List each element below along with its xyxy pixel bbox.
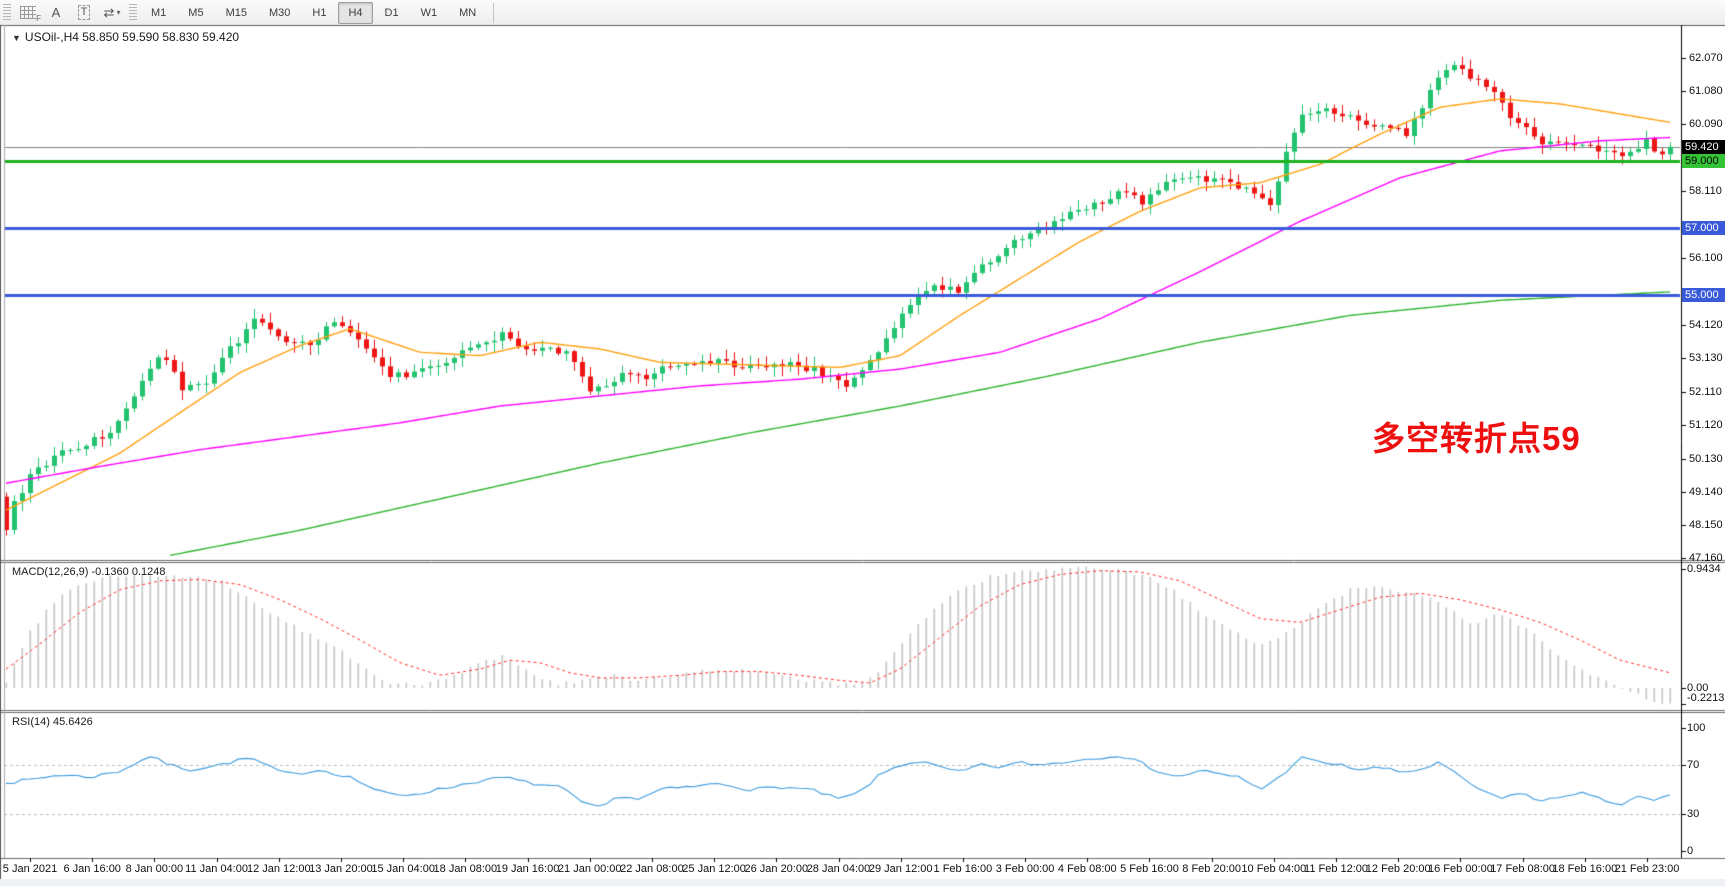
time-axis-label: 17 Feb 08:00	[1490, 863, 1555, 875]
time-axis-label: 26 Jan 20:00	[744, 863, 808, 875]
rsi-indicator-label: RSI(14) 45.6426	[12, 716, 93, 728]
time-axis-label: 4 Feb 08:00	[1058, 863, 1117, 875]
price-axis-tick: 52.110	[1689, 386, 1722, 398]
chart-title: ▼ USOil-,H4 58.850 59.590 58.830 59.420	[12, 30, 239, 44]
price-axis-tick: 51.120	[1689, 419, 1723, 431]
time-axis-label: 18 Jan 08:00	[434, 863, 498, 875]
symbol-ohlc-text: USOil-,H4 58.850 59.590 58.830 59.420	[25, 30, 239, 44]
time-axis-label: 11 Feb 12:00	[1304, 863, 1368, 875]
price-axis-tick: 50.130	[1689, 453, 1723, 465]
time-axis-label: 6 Jan 16:00	[63, 863, 121, 875]
price-axis-tick: 56.100	[1689, 252, 1723, 264]
time-axis-label: 29 Jan 12:00	[869, 863, 933, 875]
rsi-axis-tick: 30	[1687, 808, 1699, 820]
rsi-axis-tick: 0	[1687, 845, 1693, 857]
price-level-label-59.420[interactable]: 59.420	[1682, 140, 1725, 154]
time-axis-label: 15 Jan 04:00	[371, 863, 435, 875]
price-axis-tick: 49.140	[1689, 486, 1723, 498]
price-axis-tick: 58.110	[1689, 185, 1722, 197]
window-bottom-edge	[0, 879, 1725, 886]
time-axis-label: 21 Feb 23:00	[1615, 863, 1680, 875]
price-axis-tick: 61.080	[1689, 85, 1723, 97]
macd-axis-tick: 0.9434	[1687, 563, 1721, 575]
time-axis-label: 28 Jan 04:00	[807, 863, 871, 875]
price-axis-tick: 60.090	[1689, 118, 1723, 130]
price-axis-tick: 48.150	[1689, 519, 1723, 531]
price-level-label-59.000[interactable]: 59.000	[1682, 154, 1725, 168]
chart-text-annotation[interactable]: 多空转折点59	[1372, 412, 1581, 460]
time-axis-label: 25 Jan 12:00	[682, 863, 746, 875]
time-axis-label: 5 Jan 2021	[3, 863, 57, 875]
time-axis-label: 19 Jan 16:00	[496, 863, 560, 875]
price-axis-tick: 53.130	[1689, 352, 1723, 364]
time-axis-label: 8 Jan 00:00	[126, 863, 184, 875]
time-axis-label: 1 Feb 16:00	[934, 863, 993, 875]
time-axis-label: 22 Jan 08:00	[620, 863, 684, 875]
price-level-label-55.000[interactable]: 55.000	[1682, 288, 1725, 302]
time-axis-label: 8 Feb 20:00	[1182, 863, 1241, 875]
macd-indicator-label: MACD(12,26,9) -0.1360 0.1248	[12, 566, 165, 578]
time-axis-label: 16 Feb 00:00	[1428, 863, 1493, 875]
price-axis-tick: 54.120	[1689, 319, 1723, 331]
price-axis-tick: 62.070	[1689, 52, 1723, 64]
trading-platform-window: F A T ⇄ ▾ M1M5M15M30H1H4D1W1MN ▼USOil-,H…	[0, 0, 1725, 886]
time-axis-label: 21 Jan 00:00	[558, 863, 622, 875]
rsi-axis-tick: 100	[1687, 722, 1705, 734]
time-axis-label: 12 Feb 20:00	[1366, 863, 1431, 875]
time-axis-label: 13 Jan 20:00	[309, 863, 373, 875]
time-axis-label: 3 Feb 00:00	[996, 863, 1055, 875]
time-axis-label: 11 Jan 04:00	[185, 863, 248, 875]
time-axis-label: 10 Feb 04:00	[1241, 863, 1306, 875]
time-axis-label: 5 Feb 16:00	[1120, 863, 1179, 875]
price-level-label-57.000[interactable]: 57.000	[1682, 221, 1725, 235]
macd-axis-tick: -0.2213	[1687, 692, 1724, 704]
time-axis-label: 12 Jan 12:00	[247, 863, 311, 875]
rsi-axis-tick: 70	[1687, 759, 1699, 771]
time-axis-label: 18 Feb 16:00	[1552, 863, 1617, 875]
collapse-chart-icon[interactable]: ▼	[12, 33, 21, 43]
